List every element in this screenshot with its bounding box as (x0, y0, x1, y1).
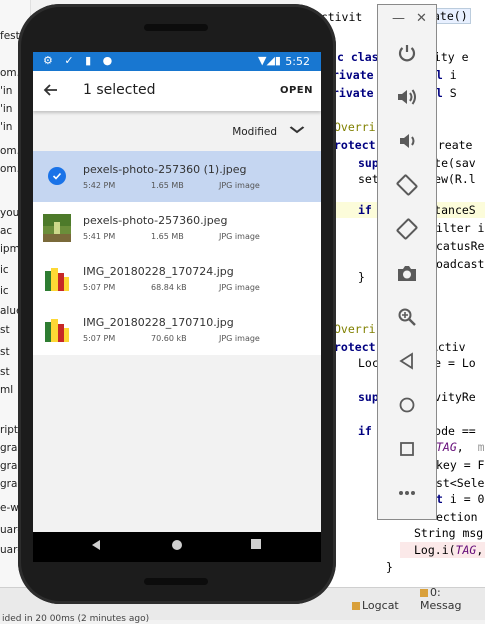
sort-control[interactable]: Modified (33, 114, 321, 150)
project-tree-item[interactable]: st (0, 346, 10, 358)
file-name: IMG_20180228_170710.jpg (83, 316, 234, 329)
home-icon[interactable] (390, 390, 424, 420)
notification-icons: ⚙ ✓ ▮ ● (43, 54, 117, 67)
file-name: pexels-photo-257360 (1).jpeg (83, 163, 247, 176)
project-tree-item[interactable]: st (0, 324, 10, 336)
project-tree-item[interactable]: ript (0, 424, 18, 436)
volume-up-icon[interactable] (390, 82, 424, 112)
project-tree-item[interactable]: om. (0, 163, 20, 175)
file-type: JPG image (219, 334, 260, 343)
project-tree-item[interactable]: ml (0, 384, 13, 396)
minimize-button[interactable]: — (392, 11, 405, 26)
project-tree-item[interactable]: 'in (0, 121, 12, 133)
power-icon[interactable] (390, 38, 424, 68)
emulator-toolbar: — ✕ (377, 4, 437, 520)
android-status-bar: ⚙ ✓ ▮ ● ▼◢▮ 5:52 (33, 52, 321, 71)
selection-title: 1 selected (83, 82, 156, 98)
logcat-icon (352, 602, 360, 610)
project-tree-item[interactable]: 'in (0, 85, 12, 97)
back-arrow-icon[interactable] (43, 78, 63, 102)
file-type: JPG image (219, 181, 260, 190)
file-name: pexels-photo-257360.jpeg (83, 214, 228, 227)
file-type: JPG image (219, 283, 260, 292)
file-date: 5:07 PM (83, 283, 116, 292)
rotate-right-icon[interactable] (390, 214, 424, 244)
messages-icon (420, 589, 428, 597)
file-size: 68.84 kB (151, 283, 187, 292)
open-button[interactable]: OPEN (280, 85, 313, 96)
sort-label: Modified (232, 126, 277, 138)
file-row[interactable]: IMG_20180228_170710.jpg 5:07 PM 70.60 kB… (33, 304, 321, 355)
image-thumbnail (43, 214, 71, 242)
ide-status-text: ided in 20 00ms (2 minutes ago) (2, 614, 150, 624)
nav-back-icon[interactable] (91, 539, 101, 554)
file-row[interactable]: IMG_20180228_170724.jpg 5:07 PM 68.84 kB… (33, 253, 321, 304)
image-thumbnail (43, 316, 71, 344)
project-tree-item[interactable]: om. (0, 145, 20, 157)
project-tree-item[interactable]: ic (0, 264, 9, 276)
file-size: 1.65 MB (151, 181, 184, 190)
project-tree-item[interactable]: ac (0, 225, 12, 237)
back-icon[interactable] (390, 346, 424, 376)
check-icon[interactable] (48, 167, 66, 185)
project-tree-item[interactable]: gra (0, 460, 17, 472)
file-size: 70.60 kB (151, 334, 187, 343)
project-tree-item[interactable]: om. (0, 67, 20, 79)
phone-frame: ⚙ ✓ ▮ ● ▼◢▮ 5:52 1 selected OPEN Modifie… (18, 4, 336, 604)
project-tree-item[interactable]: e-w (0, 502, 19, 514)
volume-down-icon[interactable] (390, 126, 424, 156)
rotate-left-icon[interactable] (390, 170, 424, 200)
file-row[interactable]: pexels-photo-257360 (1).jpeg 5:42 PM 1.6… (33, 151, 321, 202)
more-icon[interactable] (390, 478, 424, 508)
file-size: 1.65 MB (151, 232, 184, 241)
file-date: 5:42 PM (83, 181, 116, 190)
phone-screen: ⚙ ✓ ▮ ● ▼◢▮ 5:52 1 selected OPEN Modifie… (33, 52, 321, 562)
project-tree-item[interactable]: ic (0, 285, 9, 297)
chevron-down-icon[interactable] (289, 123, 305, 137)
camera-icon[interactable] (390, 258, 424, 288)
image-thumbnail (43, 265, 71, 293)
project-tree-item[interactable]: 'in (0, 103, 12, 115)
file-name: IMG_20180228_170724.jpg (83, 265, 234, 278)
project-tree-item[interactable]: you (0, 207, 19, 219)
project-tree-item[interactable]: st (0, 366, 10, 378)
close-button[interactable]: ✕ (416, 11, 427, 26)
logcat-tab[interactable]: Logcat (352, 599, 399, 612)
messages-tab[interactable]: 0: Messag (420, 586, 485, 612)
file-type: JPG image (219, 232, 260, 241)
project-tree-item[interactable]: ipm (0, 243, 20, 255)
project-tree-item[interactable]: gra (0, 442, 17, 454)
status-time: 5:52 (285, 55, 310, 68)
file-date: 5:07 PM (83, 334, 116, 343)
phone-speaker (144, 578, 208, 585)
phone-speaker (144, 24, 208, 31)
overview-icon[interactable] (390, 434, 424, 464)
app-bar: 1 selected OPEN (33, 71, 321, 111)
signal-battery-icons: ▼◢▮ (258, 54, 281, 67)
zoom-icon[interactable] (390, 302, 424, 332)
project-tree-item[interactable]: gra (0, 478, 17, 490)
file-row[interactable]: pexels-photo-257360.jpeg 5:41 PM 1.65 MB… (33, 202, 321, 253)
file-date: 5:41 PM (83, 232, 116, 241)
android-nav-bar (33, 532, 321, 562)
nav-overview-icon[interactable] (251, 539, 261, 552)
nav-home-icon[interactable] (171, 539, 183, 554)
